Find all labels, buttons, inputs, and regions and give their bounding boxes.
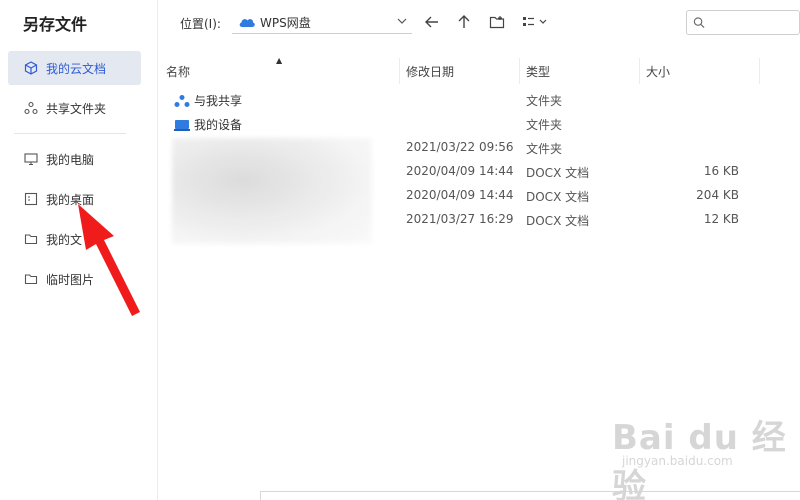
arrow-up-icon [458, 15, 470, 28]
desktop-icon [24, 192, 38, 206]
up-button[interactable] [454, 12, 474, 32]
column-header-size[interactable]: 大小 [640, 58, 760, 84]
folder-icon [24, 232, 38, 246]
cube-icon [24, 61, 38, 75]
search-input[interactable] [709, 15, 799, 30]
dialog-title: 另存文件 [23, 15, 88, 34]
file-size: 204 KB [696, 188, 739, 202]
file-type: DOCX 文档 [526, 166, 590, 180]
file-modified: 2020/04/09 14:44 [406, 188, 514, 202]
sidebar-item-shared-folder[interactable]: 共享文件夹 [8, 91, 141, 125]
cloud-icon [238, 16, 256, 28]
share-folder-icon [174, 94, 190, 108]
file-size: 12 KB [703, 212, 739, 226]
table-row[interactable]: 2020/04/09 14:44 DOCX 文档 204 KB [166, 184, 766, 208]
search-icon [693, 17, 705, 28]
file-name: 与我共享 [194, 94, 243, 108]
sidebar-item-label: 我的云文档 [46, 61, 107, 76]
device-folder-icon [174, 118, 190, 132]
location-dropdown[interactable]: WPS网盘 [232, 11, 412, 34]
file-type: 文件夹 [526, 142, 563, 156]
watermark: Bai du 经验 jingyan.baidu.com [612, 410, 800, 500]
sidebar-item-my-computer[interactable]: 我的电脑 [8, 142, 141, 176]
column-header-modified[interactable]: 修改日期 [400, 58, 520, 84]
location-label: 位置(I): [180, 17, 221, 31]
new-folder-icon [489, 16, 505, 29]
share-icon [24, 101, 38, 115]
annotation-arrow-icon [78, 204, 140, 316]
sidebar-item-cloud-docs[interactable]: 我的云文档 [8, 51, 141, 85]
file-modified: 2021/03/22 09:56 [406, 140, 514, 154]
sidebar-item-label: 共享文件夹 [46, 101, 107, 116]
table-row[interactable]: 2021/03/22 09:56 文件夹 [166, 136, 766, 160]
table-row[interactable]: 我的设备 文件夹 [166, 112, 766, 136]
column-header-name[interactable]: 名称 [160, 58, 400, 84]
new-folder-button[interactable] [487, 12, 507, 32]
sidebar-item-label: 我的电脑 [46, 152, 95, 167]
table-row[interactable]: 2020/04/09 14:44 DOCX 文档 16 KB [166, 160, 766, 184]
file-name: 我的设备 [194, 118, 243, 132]
sidebar-divider [14, 133, 126, 134]
table-row[interactable]: 2021/03/27 16:29 DOCX 文档 12 KB [166, 208, 766, 232]
file-modified: 2021/03/27 16:29 [406, 212, 514, 226]
file-type: DOCX 文档 [526, 190, 590, 204]
file-modified: 2020/04/09 14:44 [406, 164, 514, 178]
monitor-icon [24, 152, 38, 166]
column-header-type[interactable]: 类型 [520, 58, 640, 84]
table-row[interactable]: 与我共享 文件夹 [166, 88, 766, 112]
folder-icon [24, 272, 38, 286]
file-type: DOCX 文档 [526, 214, 590, 228]
file-size: 16 KB [703, 164, 739, 178]
back-button[interactable] [422, 12, 442, 32]
view-mode-button[interactable] [521, 12, 551, 32]
location-value: WPS网盘 [260, 15, 311, 30]
file-type: 文件夹 [526, 94, 563, 108]
arrow-left-icon [425, 16, 438, 28]
save-dialog: 另存文件 我的云文档 共享文件夹 我的电脑 我的桌面 我的文 临时图片 位置(I… [0, 0, 800, 500]
watermark-site: jingyan.baidu.com [622, 454, 733, 468]
chevron-down-icon [396, 15, 408, 30]
file-type: 文件夹 [526, 118, 563, 132]
search-box[interactable] [686, 10, 800, 35]
list-view-icon [523, 17, 547, 26]
